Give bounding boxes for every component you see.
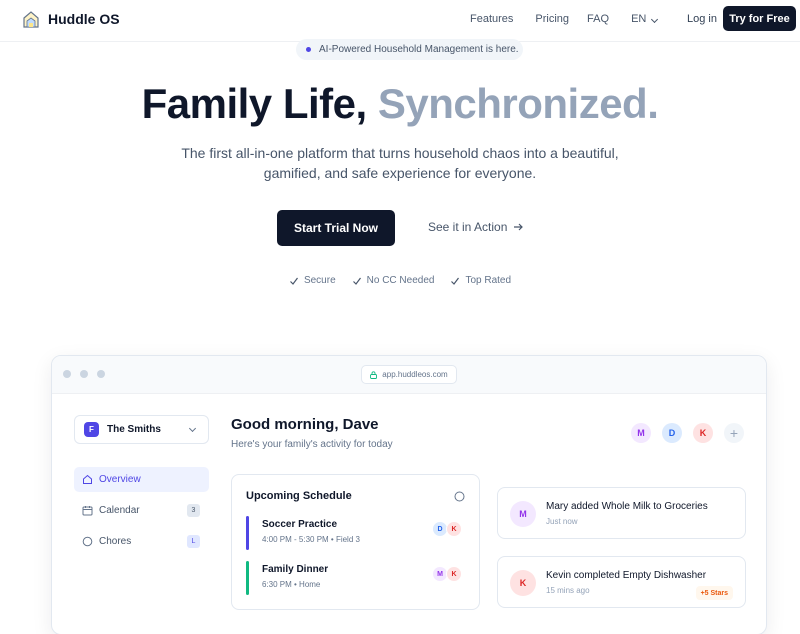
sidebar-item-label: Chores [99, 536, 132, 547]
calendar-count-badge: 3 [187, 504, 200, 517]
schedule-event[interactable]: Soccer Practice 4:00 PM - 5:30 PM • Fiel… [246, 516, 466, 550]
chores-count-badge: L [187, 535, 200, 548]
activity-avatar: K [510, 570, 536, 596]
trust-item: No CC Needed [352, 275, 435, 286]
event-title: Family Dinner [262, 564, 329, 575]
event-title: Soccer Practice [262, 519, 338, 530]
nav-link-pricing[interactable]: Pricing [535, 13, 569, 25]
see-in-action-link[interactable]: See it in Action [428, 220, 524, 234]
window-titlebar: app.huddleos.com [52, 356, 766, 394]
member-avatar[interactable]: K [693, 423, 713, 443]
add-member-button[interactable]: + [724, 423, 744, 443]
greeting-subtitle: Here's your family's activity for today [231, 439, 393, 450]
calendar-icon [82, 506, 93, 516]
trust-item: Secure [289, 275, 336, 286]
sidebar-item-label: Calendar [99, 505, 140, 516]
nav-link-faq[interactable]: FAQ [587, 13, 609, 25]
sidebar-item-calendar[interactable]: Calendar 3 [74, 498, 209, 523]
check-icon [290, 277, 298, 285]
language-label: EN [631, 13, 647, 25]
trust-item: Top Rated [450, 275, 511, 286]
event-meta: 4:00 PM - 5:30 PM • Field 3 [262, 535, 360, 544]
hero-title-dark: Family Life, [141, 80, 368, 127]
trust-label: Secure [303, 275, 336, 286]
url-bar: app.huddleos.com [361, 365, 457, 384]
event-color-bar [246, 561, 249, 595]
schedule-event[interactable]: Family Dinner 6:30 PM • Home M K [246, 561, 466, 595]
member-avatar[interactable]: M [631, 423, 651, 443]
announcement-badge: AI-Powered Household Management is here. [296, 39, 523, 60]
check-icon [352, 277, 361, 285]
chevron-down-icon [188, 424, 197, 433]
home-icon [83, 474, 92, 484]
event-meta: 6:30 PM • Home [262, 580, 321, 589]
trust-label: No CC Needed [366, 275, 435, 286]
hero-subtitle: The first all-in-one platform that turns… [181, 145, 619, 181]
clock-icon[interactable] [454, 491, 465, 502]
activity-item[interactable]: M Mary added Whole Milk to Groceries Jus… [497, 487, 746, 539]
chevron-down-icon [651, 15, 659, 24]
family-avatar: F [84, 422, 99, 437]
badge-dot-icon [306, 47, 311, 52]
greeting-title: Good morning, Dave [231, 416, 379, 433]
sidebar-item-chores[interactable]: Chores L [74, 529, 209, 554]
start-trial-button[interactable]: Start Trial Now [277, 210, 395, 246]
family-name: The Smiths [107, 424, 161, 435]
activity-text: Mary added Whole Milk to Groceries [546, 501, 708, 512]
attendee-avatar: K [446, 566, 462, 582]
url-text: app.huddleos.com [382, 370, 448, 379]
window-dot-icon [97, 370, 105, 378]
house-logo-icon [23, 11, 39, 28]
check-icon [451, 277, 460, 285]
member-avatar[interactable]: D [662, 423, 682, 443]
activity-time: Just now [546, 517, 578, 526]
top-nav: Huddle OS Features Pricing FAQ EN Log in… [0, 0, 800, 42]
circle-icon [82, 536, 93, 547]
arrow-right-icon [514, 223, 524, 231]
badge-text: AI-Powered Household Management is here. [319, 44, 519, 55]
app-preview-window: app.huddleos.com F The Smiths Overview C… [51, 355, 767, 634]
nav-link-features[interactable]: Features [470, 13, 513, 25]
try-free-button[interactable]: Try for Free [723, 6, 796, 31]
sidebar-item-overview[interactable]: Overview [74, 467, 209, 492]
see-in-action-label: See it in Action [428, 220, 508, 234]
hero-title: Family Life, Synchronized. [0, 80, 800, 128]
login-link[interactable]: Log in [687, 13, 717, 25]
activity-text: Kevin completed Empty Dishwasher [546, 570, 707, 581]
family-selector[interactable]: F The Smiths [74, 415, 209, 444]
trust-label: Top Rated [465, 275, 512, 286]
brand-name: Huddle OS [48, 11, 120, 27]
activity-time: 15 mins ago [546, 586, 590, 595]
nav-links: Features Pricing FAQ EN [470, 13, 659, 25]
stars-reward-badge: +5 Stars [695, 586, 733, 600]
window-dot-icon [80, 370, 88, 378]
brand[interactable]: Huddle OS [22, 9, 120, 29]
hero-title-light: Synchronized. [377, 80, 659, 127]
trust-indicators: Secure No CC Needed Top Rated [0, 275, 800, 286]
schedule-title: Upcoming Schedule [246, 490, 352, 502]
sidebar-item-label: Overview [99, 474, 141, 485]
activity-item[interactable]: K Kevin completed Empty Dishwasher 15 mi… [497, 556, 746, 608]
window-dot-icon [63, 370, 71, 378]
schedule-card: Upcoming Schedule Soccer Practice 4:00 P… [231, 474, 480, 610]
lock-icon [370, 370, 378, 379]
event-color-bar [246, 516, 249, 550]
activity-avatar: M [510, 501, 536, 527]
attendee-avatar: K [446, 521, 462, 537]
language-selector[interactable]: EN [631, 13, 659, 25]
